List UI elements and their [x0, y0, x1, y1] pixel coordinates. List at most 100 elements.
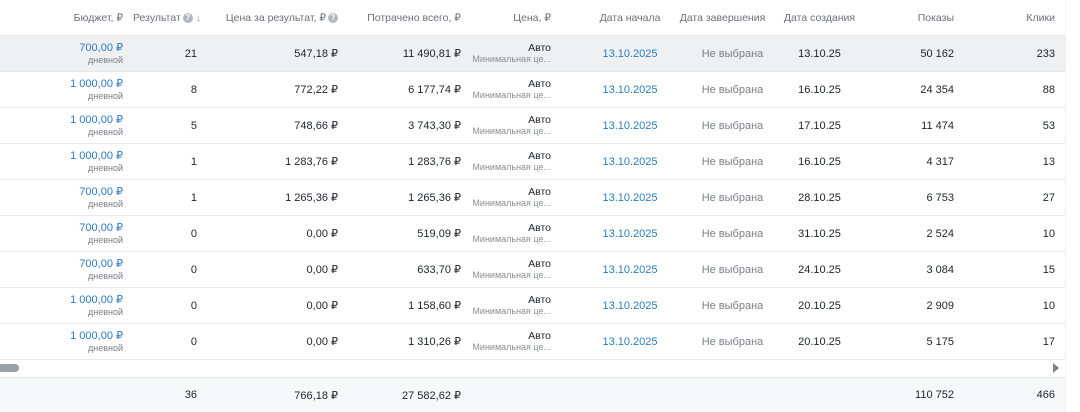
scrollbar-thumb[interactable]: [0, 364, 19, 372]
spent-cell: 11 490,81 ₽: [402, 48, 461, 60]
col-cost-per-result-header[interactable]: Цена за результат, ₽ ?: [210, 0, 338, 36]
budget-amount[interactable]: 1 000,00 ₽: [70, 150, 123, 162]
table-row[interactable]: 1 000,00 ₽ дневной 1 1 283,76 ₽ 1 283,76…: [0, 144, 1065, 180]
created-date-cell: 20.10.25: [798, 299, 841, 312]
col-result-header[interactable]: Результат ? ↓: [133, 0, 203, 36]
created-date-cell: 31.10.25: [798, 227, 841, 240]
budget-type: дневной: [87, 234, 123, 245]
cost-per-result-cell: 772,22 ₽: [294, 84, 338, 96]
price-strategy: Минимальная це...: [472, 89, 551, 100]
campaign-table: Бюджет, ₽ Результат ? ↓ Цена за результа…: [0, 0, 1065, 412]
table-header: Бюджет, ₽ Результат ? ↓ Цена за результа…: [0, 0, 1065, 36]
budget-cell[interactable]: 1 000,00 ₽ дневной: [20, 288, 123, 323]
budget-type: дневной: [87, 126, 123, 137]
budget-type: дневной: [87, 270, 123, 281]
price-mode: Авто: [528, 221, 551, 234]
budget-type: дневной: [87, 90, 123, 101]
impressions-cell: 5 175: [926, 335, 954, 348]
price-mode: Авто: [528, 185, 551, 198]
budget-cell[interactable]: 700,00 ₽ дневной: [20, 180, 123, 215]
impressions-cell: 11 474: [921, 119, 954, 132]
created-date-cell: 13.10.25: [798, 47, 841, 60]
start-date-cell[interactable]: 13.10.2025: [585, 180, 675, 215]
budget-amount[interactable]: 700,00 ₽: [79, 258, 123, 270]
col-budget-header[interactable]: Бюджет, ₽: [20, 0, 123, 36]
budget-amount[interactable]: 700,00 ₽: [79, 42, 123, 54]
budget-cell[interactable]: 1 000,00 ₽ дневной: [20, 324, 123, 359]
budget-amount[interactable]: 1 000,00 ₽: [70, 294, 123, 306]
start-date-cell[interactable]: 13.10.2025: [585, 216, 675, 251]
cost-per-result-cell: 0,00 ₽: [306, 336, 338, 348]
col-created-date-header[interactable]: Дата создания: [772, 0, 867, 36]
table-row[interactable]: 1 000,00 ₽ дневной 0 0,00 ₽ 1 310,26 ₽ А…: [0, 324, 1065, 360]
col-price-header[interactable]: Цена, ₽: [470, 0, 551, 36]
budget-cell[interactable]: 1 000,00 ₽ дневной: [20, 72, 123, 107]
table-row[interactable]: 700,00 ₽ дневной 0 0,00 ₽ 519,09 ₽ Авто …: [0, 216, 1065, 252]
question-circle-icon[interactable]: ?: [182, 13, 193, 23]
table-row[interactable]: 1 000,00 ₽ дневной 0 0,00 ₽ 1 158,60 ₽ А…: [0, 288, 1065, 324]
budget-cell[interactable]: 1 000,00 ₽ дневной: [20, 144, 123, 179]
clicks-cell: 88: [1042, 83, 1055, 96]
budget-type: дневной: [87, 342, 123, 353]
question-circle-icon[interactable]: ?: [328, 13, 338, 23]
start-date-cell[interactable]: 13.10.2025: [585, 144, 675, 179]
budget-amount[interactable]: 1 000,00 ₽: [70, 330, 123, 342]
table-totals-row: 36 766,18 ₽ 27 582,62 ₽ 110 752 466: [0, 377, 1065, 412]
price-strategy: Минимальная це...: [472, 53, 551, 64]
table-row[interactable]: 700,00 ₽ дневной 21 547,18 ₽ 11 490,81 ₽…: [0, 36, 1065, 72]
created-date-cell: 17.10.25: [798, 119, 841, 132]
budget-cell[interactable]: 1 000,00 ₽ дневной: [20, 108, 123, 143]
arrow-down-icon: ↓: [195, 12, 201, 24]
table-row[interactable]: 1 000,00 ₽ дневной 5 748,66 ₽ 3 743,30 ₽…: [0, 108, 1065, 144]
col-spent-header[interactable]: Потрачено всего, ₽: [345, 0, 461, 36]
scroll-right-arrow-icon[interactable]: [1053, 363, 1059, 373]
clicks-cell: 53: [1042, 119, 1055, 132]
budget-cell[interactable]: 700,00 ₽ дневной: [20, 36, 123, 71]
start-date-cell[interactable]: 13.10.2025: [585, 252, 675, 287]
cost-per-result-cell: 748,66 ₽: [294, 120, 338, 132]
budget-amount[interactable]: 1 000,00 ₽: [70, 114, 123, 126]
budget-cell[interactable]: 700,00 ₽ дневной: [20, 216, 123, 251]
start-date-cell[interactable]: 13.10.2025: [585, 36, 675, 71]
budget-type: дневной: [87, 198, 123, 209]
col-start-date-header[interactable]: Дата начала: [585, 0, 675, 36]
created-date-cell: 16.10.25: [798, 155, 841, 168]
start-date-cell[interactable]: 13.10.2025: [585, 324, 675, 359]
col-clicks-header[interactable]: Клики: [990, 0, 1055, 36]
created-date-cell: 28.10.25: [798, 191, 841, 204]
result-cell: 0: [190, 299, 197, 312]
start-date-cell[interactable]: 13.10.2025: [585, 108, 675, 143]
clicks-cell: 15: [1042, 263, 1055, 276]
result-cell: 0: [190, 335, 197, 348]
result-cell: 1: [190, 155, 197, 168]
budget-type: дневной: [87, 162, 123, 173]
start-date-cell[interactable]: 13.10.2025: [585, 72, 675, 107]
budget-amount[interactable]: 700,00 ₽: [79, 222, 123, 234]
budget-cell[interactable]: 700,00 ₽ дневной: [20, 252, 123, 287]
result-cell: 0: [190, 227, 197, 240]
col-end-date-header[interactable]: Дата завершения: [675, 0, 770, 36]
clicks-cell: 10: [1042, 227, 1055, 240]
table-row[interactable]: 1 000,00 ₽ дневной 8 772,22 ₽ 6 177,74 ₽…: [0, 72, 1065, 108]
price-mode: Авто: [528, 41, 551, 54]
spent-cell: 1 283,76 ₽: [408, 156, 461, 168]
spent-cell: 3 743,30 ₽: [408, 120, 461, 132]
table-row[interactable]: 700,00 ₽ дневной 0 0,00 ₽ 633,70 ₽ Авто …: [0, 252, 1065, 288]
clicks-cell: 233: [1036, 47, 1055, 60]
cost-per-result-cell: 0,00 ₽: [306, 228, 338, 240]
col-impressions-header[interactable]: Показы: [870, 0, 954, 36]
horizontal-scrollbar[interactable]: [0, 360, 1065, 376]
total-clicks: 466: [1036, 389, 1055, 401]
budget-amount[interactable]: 700,00 ₽: [79, 186, 123, 198]
price-mode: Авто: [528, 149, 551, 162]
table-row[interactable]: 700,00 ₽ дневной 1 1 265,36 ₽ 1 265,36 ₽…: [0, 180, 1065, 216]
vertical-scrollbar[interactable]: [1065, 0, 1080, 412]
spent-cell: 1 158,60 ₽: [408, 300, 461, 312]
price-strategy: Минимальная це...: [472, 305, 551, 316]
result-cell: 5: [190, 119, 197, 132]
cost-per-result-cell: 0,00 ₽: [306, 264, 338, 276]
impressions-cell: 2 524: [926, 227, 954, 240]
price-cell: Авто Минимальная це...: [470, 216, 551, 251]
budget-amount[interactable]: 1 000,00 ₽: [70, 78, 123, 90]
start-date-cell[interactable]: 13.10.2025: [585, 288, 675, 323]
